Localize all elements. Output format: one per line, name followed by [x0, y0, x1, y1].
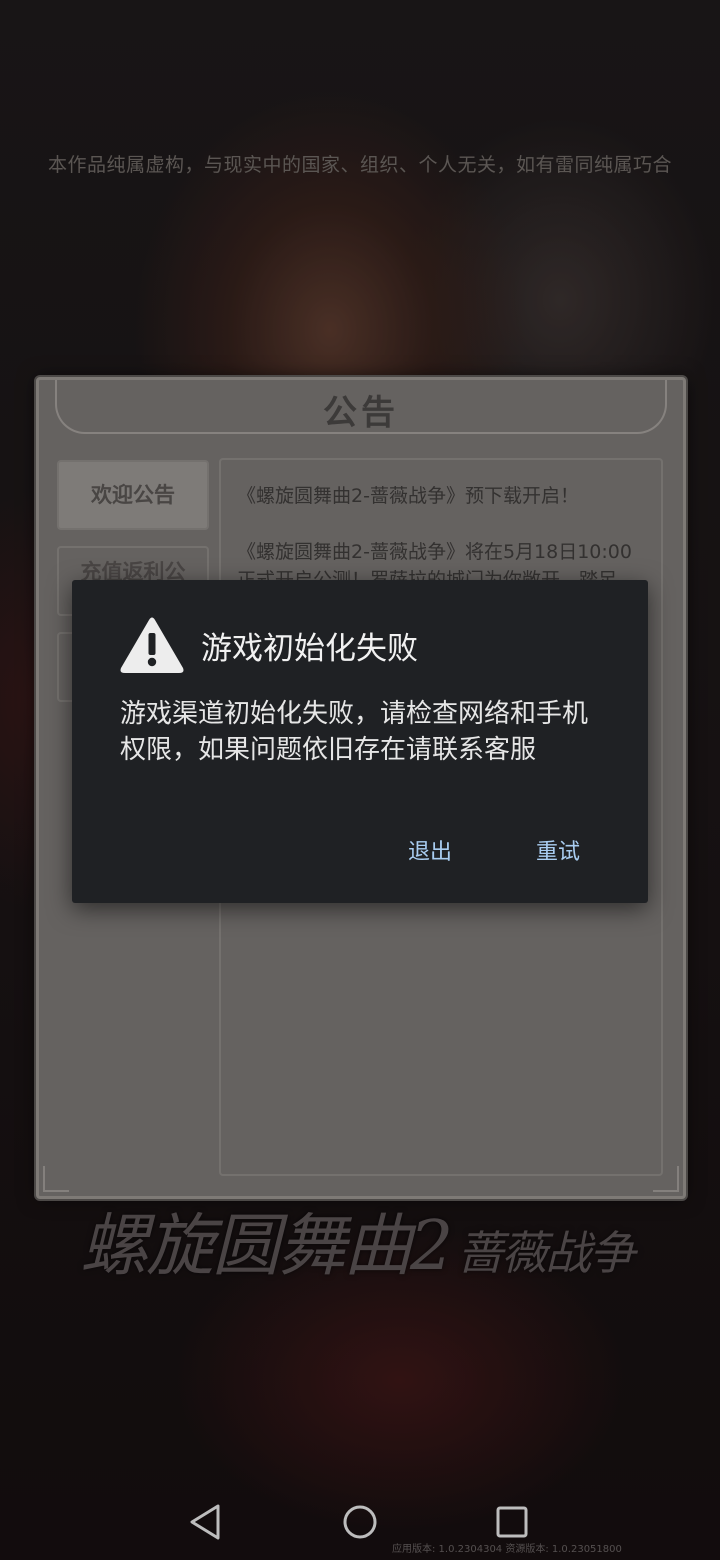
recent-square-icon[interactable]: [492, 1502, 532, 1542]
warning-triangle-icon: [120, 617, 184, 673]
exit-button[interactable]: 退出: [400, 830, 460, 870]
home-circle-icon[interactable]: [340, 1502, 380, 1542]
dialog-message: 游戏渠道初始化失败，请检查网络和手机权限，如果问题依旧存在请联系客服: [120, 699, 589, 765]
error-dialog: 游戏初始化失败 游戏渠道初始化失败，请检查网络和手机权限，如果问题依旧存在请联系…: [72, 580, 648, 903]
dialog-title: 游戏初始化失败: [201, 630, 418, 667]
retry-button[interactable]: 重试: [528, 830, 588, 870]
version-text: 应用版本: 1.0.2304304 资源版本: 1.0.23051800: [392, 1544, 622, 1555]
back-triangle-icon[interactable]: [186, 1502, 226, 1542]
dialog-header: 游戏初始化失败: [119, 615, 418, 675]
